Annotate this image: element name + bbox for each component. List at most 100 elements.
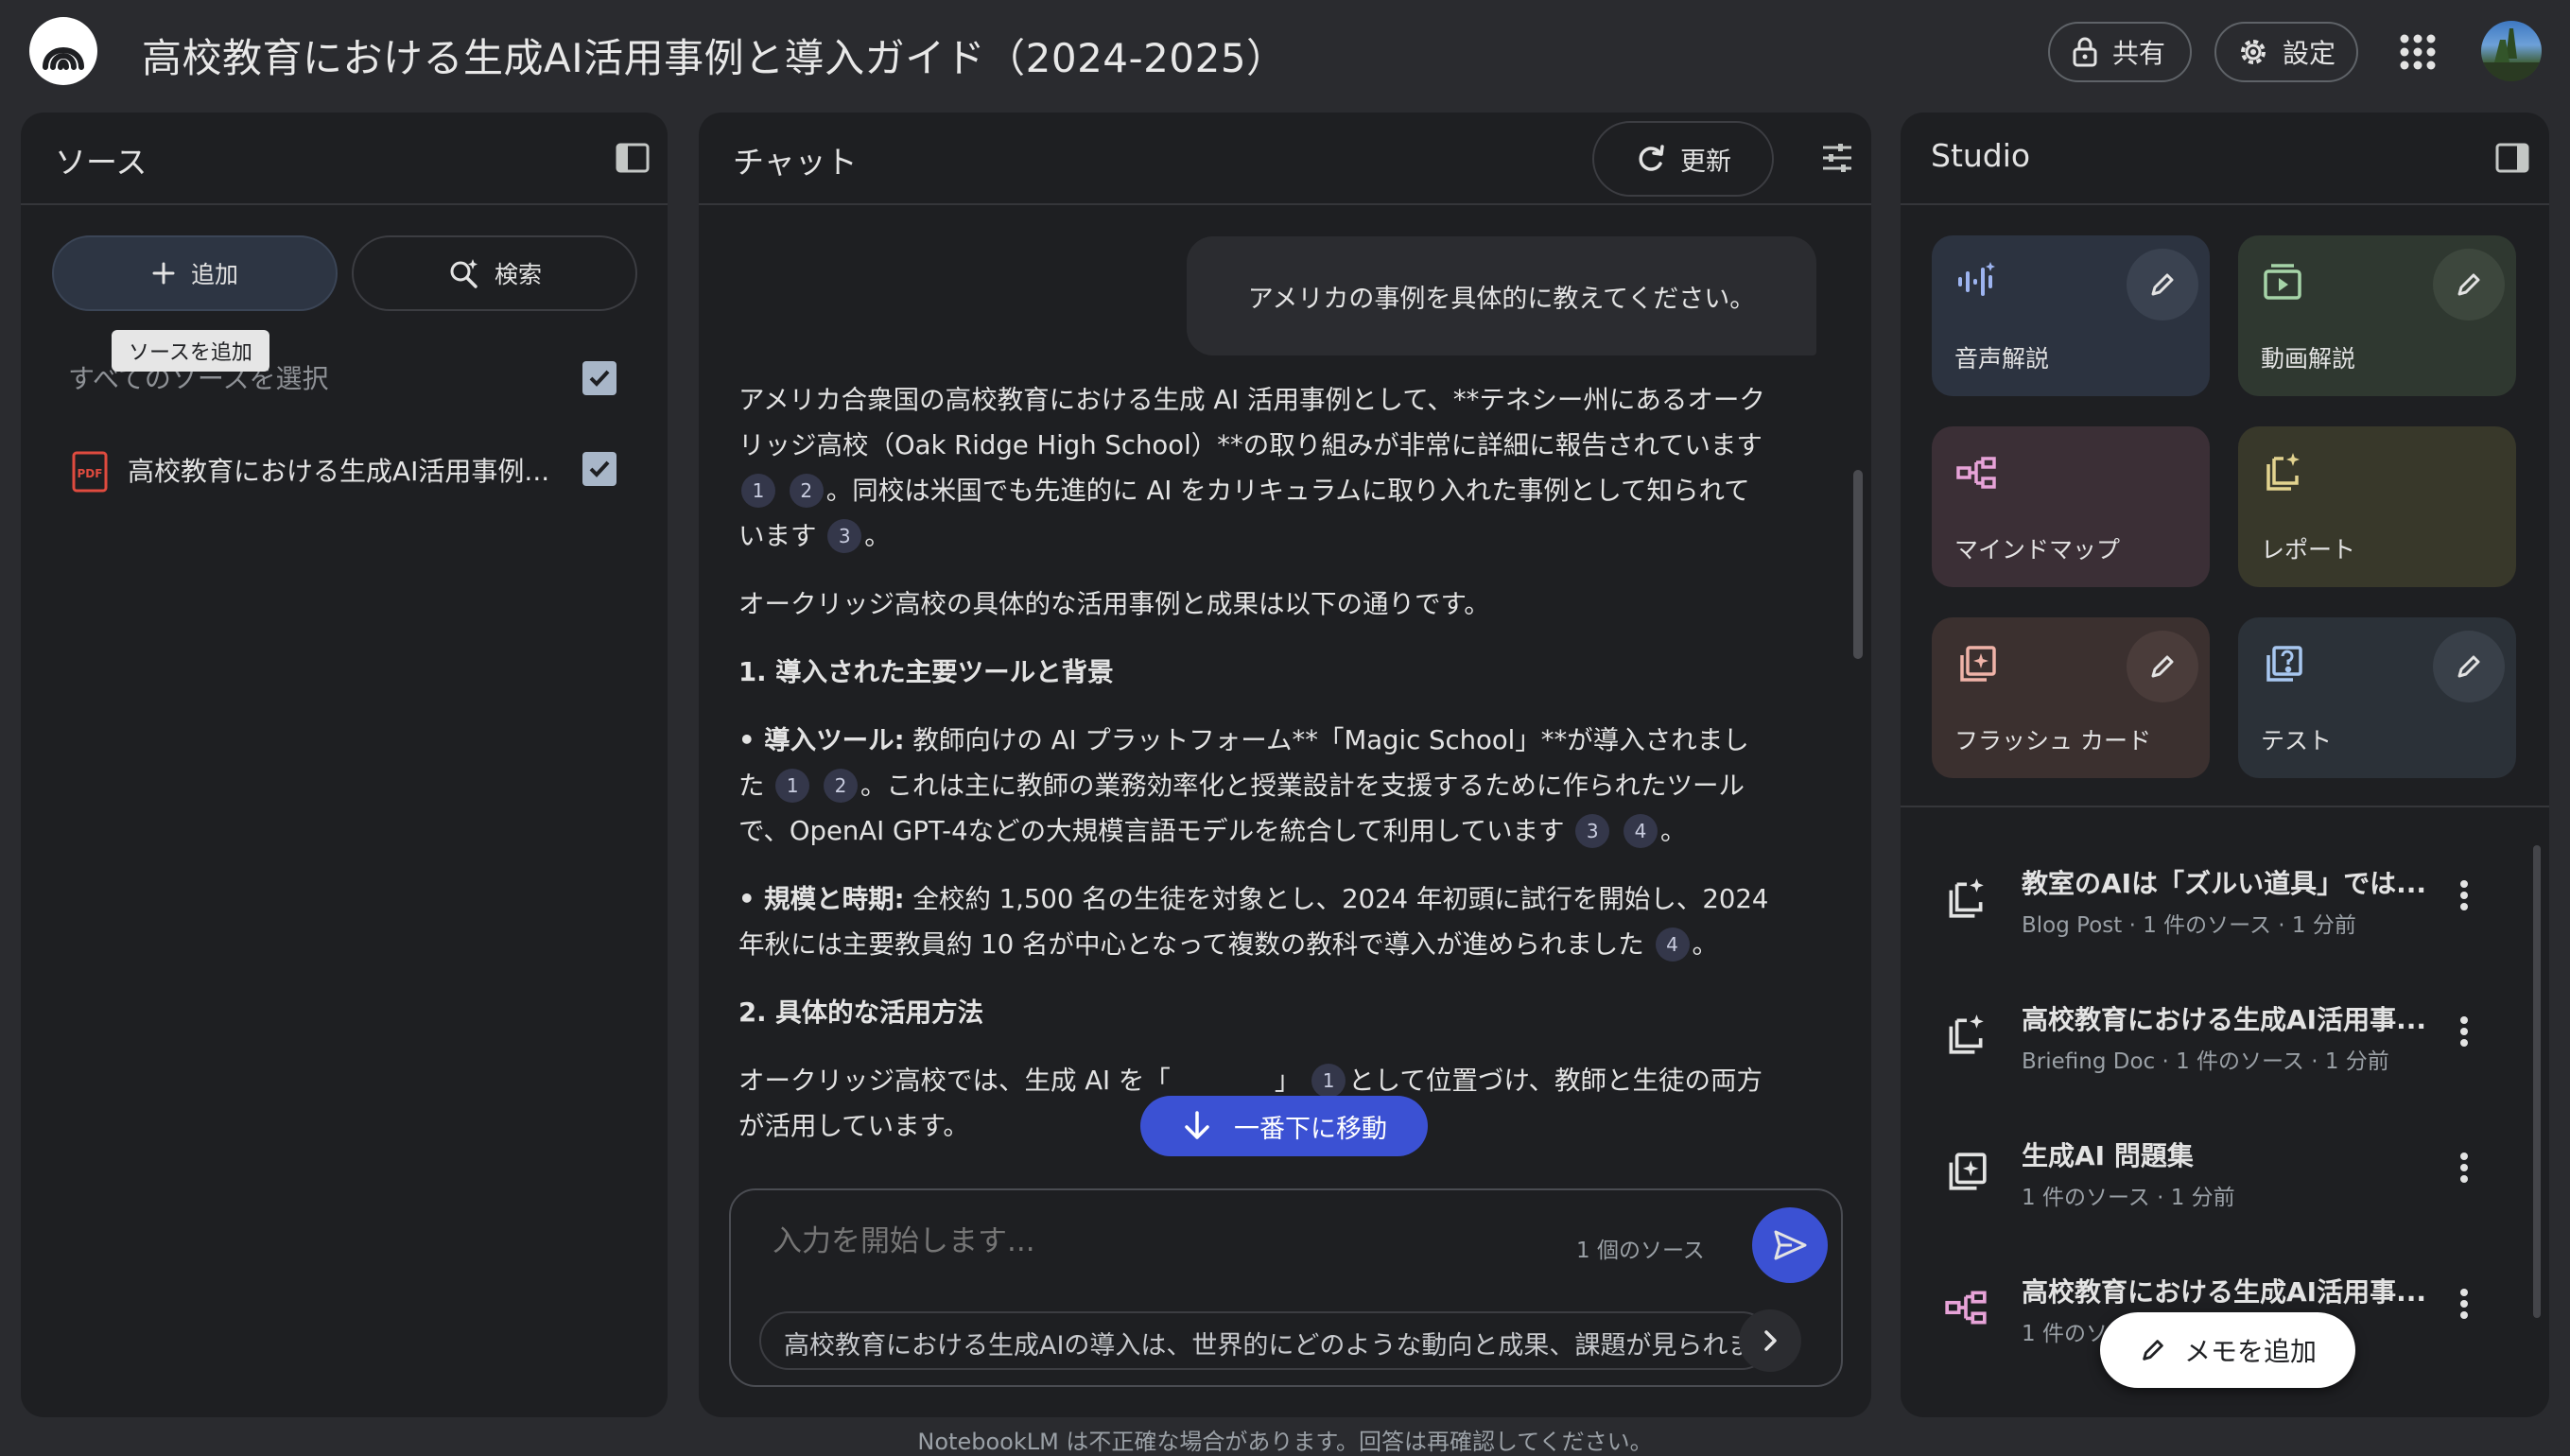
more-vert-icon[interactable] <box>2458 1013 2470 1050</box>
search-sources-label: 検索 <box>494 261 542 288</box>
add-note-label: メモを追加 <box>2183 1336 2317 1367</box>
quiz-tile[interactable]: テスト <box>2238 617 2516 778</box>
flashcard-icon <box>1954 642 1998 685</box>
note-item[interactable]: 生成AI 問題集 1 件のソース · 1 分前 <box>1901 1111 2506 1234</box>
pencil-icon[interactable] <box>2127 631 2198 702</box>
assistant-answer: アメリカ合衆国の高校教育における生成 AI 活用事例として、**テネシー州にある… <box>738 377 1769 1171</box>
bullet-label: • 規模と時期: <box>738 884 905 914</box>
sources-title: ソース <box>55 144 148 181</box>
apps-grid-icon[interactable] <box>2397 31 2439 73</box>
share-button[interactable]: 共有 <box>2048 22 2192 82</box>
search-sparkle-icon <box>450 259 478 288</box>
citation-badge[interactable]: 3 <box>1575 814 1610 848</box>
send-button[interactable] <box>1752 1207 1828 1283</box>
citation-badge[interactable]: 4 <box>1623 814 1658 848</box>
more-vert-icon[interactable] <box>2458 876 2470 914</box>
heading-text: 1. 導入された主要ツールと背景 <box>738 657 1114 687</box>
select-all-checkbox[interactable] <box>582 361 616 395</box>
chat-input[interactable] <box>773 1224 1529 1258</box>
answer-text: オークリッジ高校では、生成 AI を「 <box>738 1066 1171 1096</box>
plus-icon <box>152 262 175 285</box>
flashcards-tile[interactable]: フラッシュ カード <box>1932 617 2210 778</box>
note-item[interactable]: 教室のAIは「ズルい道具」では... Blog Post · 1 件のソース ·… <box>1901 839 2506 962</box>
answer-heading: 1. 導入された主要ツールと背景 <box>738 650 1769 695</box>
pencil-icon[interactable] <box>2127 249 2198 321</box>
citation-badge[interactable]: 3 <box>827 519 862 553</box>
answer-text: アメリカ合衆国の高校教育における生成 AI 活用事例として、**テネシー州にある… <box>738 385 1765 460</box>
note-item[interactable]: 高校教育における生成AI活用事... Briefing Doc · 1 件のソー… <box>1901 975 2506 1098</box>
report-tile[interactable]: レポート <box>2238 426 2516 587</box>
video-overview-tile[interactable]: 動画解説 <box>2238 235 2516 396</box>
answer-text: 」 <box>1274 1066 1301 1096</box>
tile-label: マインドマップ <box>1954 536 2121 563</box>
more-vert-icon[interactable] <box>2458 1149 2470 1187</box>
settings-label: 設定 <box>2283 38 2336 69</box>
heading-text: 2. 具体的な活用方法 <box>738 997 984 1028</box>
citation-badge[interactable]: 2 <box>789 474 824 508</box>
note-title: 教室のAIは「ズルい道具」では... <box>2022 868 2426 899</box>
send-icon <box>1774 1230 1807 1260</box>
answer-paragraph: オークリッジ高校の具体的な活用事例と成果は以下の通りです。 <box>738 589 1490 619</box>
pencil-icon <box>2143 1340 2163 1361</box>
user-avatar[interactable] <box>2481 21 2542 81</box>
gear-icon <box>2241 40 2266 64</box>
studio-scrollbar[interactable] <box>2533 845 2541 1318</box>
sources-panel: ソース 追加 検索 ソースを追加 すべてのソースを選択 PDF 高校教育における… <box>21 113 668 1417</box>
report-icon <box>1943 1013 1988 1058</box>
arrow-down-icon <box>1185 1111 1209 1139</box>
chevron-right-icon[interactable] <box>1739 1309 1801 1372</box>
collapse-panel-icon[interactable] <box>614 139 651 177</box>
tile-label: 音声解説 <box>1954 345 2050 373</box>
svg-text:PDF: PDF <box>78 467 103 480</box>
citation-badge[interactable]: 1 <box>741 474 775 508</box>
settings-button[interactable]: 設定 <box>2214 22 2358 82</box>
citation-badge[interactable]: 4 <box>1655 927 1690 962</box>
more-vert-icon[interactable] <box>2458 1285 2470 1323</box>
tune-settings-icon[interactable] <box>1820 141 1854 175</box>
note-title: 生成AI 問題集 <box>2022 1140 2194 1171</box>
studio-panel: Studio 音声解説 動画解説 マインドマップ レポート フラッシュ カード … <box>1901 113 2549 1417</box>
share-label: 共有 <box>2112 38 2166 69</box>
citation-badge[interactable]: 1 <box>1311 1064 1346 1098</box>
scroll-to-bottom-button[interactable]: 一番下に移動 <box>1140 1096 1428 1156</box>
note-meta: 1 件のソース · 1 分前 <box>2022 1186 2235 1210</box>
suggested-question[interactable]: 高校教育における生成AIの導入は、世界的にどのような動向と成果、課題が見られます… <box>759 1311 1771 1370</box>
source-item-checkbox[interactable] <box>582 452 616 486</box>
refresh-icon <box>1639 145 1664 171</box>
report-icon <box>1943 876 1988 922</box>
sources-header: ソース <box>21 113 668 205</box>
search-sources-button[interactable]: 検索 <box>352 235 637 311</box>
flashcard-icon <box>1943 1149 1988 1194</box>
report-icon <box>2261 451 2304 494</box>
notebooklm-logo-icon[interactable] <box>29 17 97 85</box>
pdf-icon: PDF <box>72 451 108 493</box>
audio-overview-tile[interactable]: 音声解説 <box>1932 235 2210 396</box>
citation-badge[interactable]: 2 <box>824 769 858 803</box>
add-source-button[interactable]: 追加 <box>52 235 338 311</box>
refresh-label: 更新 <box>1680 147 1731 177</box>
disclaimer: NotebookLM は不正確な場合があります。回答は再確認してください。 <box>917 1429 1653 1455</box>
add-note-button[interactable]: メモを追加 <box>2100 1312 2355 1388</box>
tile-label: テスト <box>2261 727 2333 754</box>
mindmap-tile[interactable]: マインドマップ <box>1932 426 2210 587</box>
note-title: 高校教育における生成AI活用事... <box>2022 1276 2426 1308</box>
refresh-button[interactable]: 更新 <box>1592 121 1774 197</box>
mindmap-icon <box>1943 1285 1988 1330</box>
source-count: 1 個のソース <box>1576 1239 1705 1263</box>
notebook-title[interactable]: 高校教育における生成AI活用事例と導入ガイド（2024-2025） <box>142 26 1287 84</box>
chat-scrollbar[interactable] <box>1853 470 1863 659</box>
pencil-icon[interactable] <box>2433 631 2505 702</box>
note-meta: 1 件のソ <box>2022 1322 2108 1346</box>
tile-label: フラッシュ カード <box>1954 727 2151 754</box>
bullet-label: • 導入ツール: <box>738 725 905 755</box>
audio-waveform-icon <box>1954 260 1998 303</box>
collapse-panel-icon[interactable] <box>2493 139 2531 177</box>
note-meta: Blog Post · 1 件のソース · 1 分前 <box>2022 913 2356 938</box>
source-item-label[interactable]: 高校教育における生成AI活用事例... <box>128 451 549 489</box>
pencil-icon[interactable] <box>2433 249 2505 321</box>
citation-badge[interactable]: 1 <box>775 769 810 803</box>
answer-bullet: • 規模と時期: 全校約 1,500 名の生徒を対象とし、2024 年初頭に試行… <box>738 876 1769 967</box>
tile-label: レポート <box>2261 536 2356 563</box>
studio-header: Studio <box>1901 113 2549 205</box>
studio-divider <box>1901 806 2549 807</box>
